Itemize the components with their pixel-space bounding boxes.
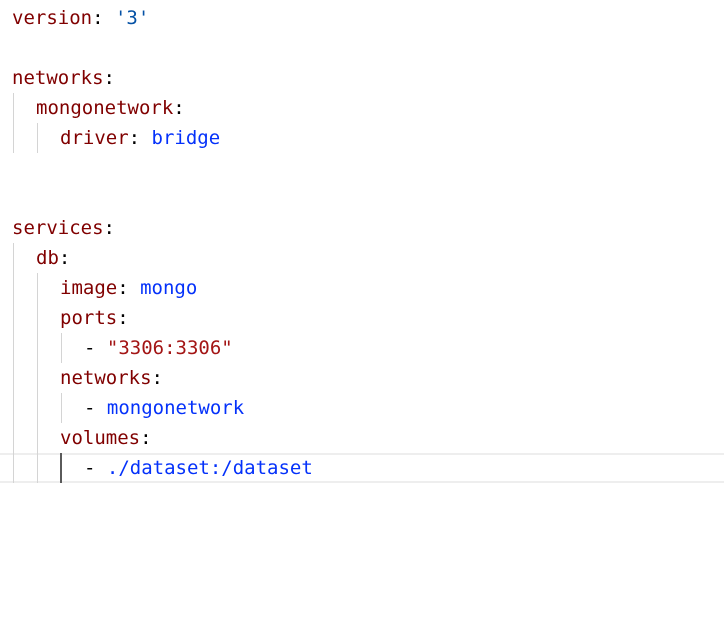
code-line[interactable]: - "3306:3306" (0, 333, 724, 363)
yaml-value: "3306:3306" (106, 337, 233, 359)
yaml-value: mongonetwork (106, 397, 245, 419)
indent-guide (37, 333, 38, 363)
colon: : (92, 7, 104, 29)
code-line[interactable]: mongonetwork: (0, 93, 724, 123)
indent-guide (13, 453, 14, 483)
indent-guide (13, 243, 14, 273)
yaml-key: services (12, 217, 104, 239)
indent-guide (37, 423, 38, 453)
code-line[interactable]: services: (0, 213, 724, 243)
colon: : (140, 427, 152, 449)
colon: : (117, 277, 129, 299)
yaml-key: driver (60, 127, 129, 149)
colon: : (103, 67, 115, 89)
yaml-key: volumes (60, 427, 141, 449)
indent-guide (37, 393, 38, 423)
code-line[interactable]: db: (0, 243, 724, 273)
current-code-line[interactable]: - ./dataset:/dataset (0, 453, 724, 483)
code-line[interactable] (0, 33, 724, 63)
yaml-value: '3' (114, 7, 150, 29)
indent-guide (13, 303, 14, 333)
yaml-key: version (12, 7, 93, 29)
indent-guide (13, 93, 14, 123)
code-line[interactable]: volumes: (0, 423, 724, 453)
list-dash: - (84, 397, 96, 419)
indent-guide (37, 303, 38, 333)
code-line[interactable]: ports: (0, 303, 724, 333)
code-editor[interactable]: version: '3' networks: mongonetwork: dri… (0, 3, 724, 500)
yaml-value: ./dataset:/dataset (106, 457, 313, 479)
yaml-key: mongonetwork (36, 97, 174, 119)
indent-guide (13, 423, 14, 453)
indent-guide (13, 273, 14, 303)
indent-guide (13, 363, 14, 393)
colon: : (58, 247, 71, 269)
colon: : (151, 367, 163, 389)
indent-guide (61, 393, 62, 423)
indent-guide (61, 333, 62, 363)
indent-guide (37, 123, 38, 153)
code-line[interactable]: image: mongo (0, 273, 724, 303)
yaml-key: networks (12, 67, 104, 89)
yaml-value: mongo (140, 277, 198, 299)
list-dash: - (84, 457, 96, 479)
code-line[interactable]: - mongonetwork (0, 393, 724, 423)
active-indent-guide (60, 453, 62, 483)
code-line[interactable] (0, 153, 724, 183)
yaml-key: image (60, 277, 118, 299)
code-line[interactable]: driver: bridge (0, 123, 724, 153)
colon: : (128, 127, 141, 149)
indent-guide (13, 333, 14, 363)
indent-guide (37, 363, 38, 393)
yaml-value: bridge (151, 127, 221, 149)
code-line[interactable]: networks: (0, 63, 724, 93)
colon: : (103, 217, 115, 239)
code-line[interactable] (0, 183, 724, 213)
yaml-key: ports (60, 307, 118, 329)
code-line[interactable]: version: '3' (0, 3, 724, 33)
code-line[interactable]: networks: (0, 363, 724, 393)
list-dash: - (84, 337, 96, 359)
indent-guide (37, 453, 38, 483)
colon: : (173, 97, 185, 119)
yaml-key: db (36, 247, 59, 269)
indent-guide (37, 273, 38, 303)
indent-guide (13, 123, 14, 153)
colon: : (117, 307, 129, 329)
yaml-key: networks (60, 367, 152, 389)
indent-guide (13, 393, 14, 423)
